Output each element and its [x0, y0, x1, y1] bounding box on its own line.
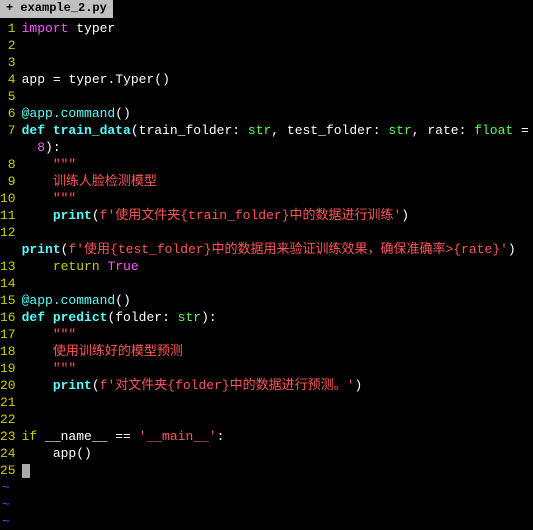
line-number: 11 — [0, 207, 16, 224]
line-number: 23 — [0, 428, 16, 445]
code-line[interactable]: import typer — [22, 20, 533, 37]
line-number: 10 — [0, 190, 16, 207]
line-number: 17 — [0, 326, 16, 343]
line-number: 3 — [0, 54, 16, 71]
code-line[interactable]: print(f'对文件夹{folder}中的数据进行预测。') — [22, 377, 533, 394]
line-number: 6 — [0, 105, 16, 122]
code-area[interactable]: import typer app = typer.Typer() @app.comm… — [22, 20, 533, 479]
line-number: 16 — [0, 309, 16, 326]
code-line[interactable] — [22, 275, 533, 292]
line-number: 7 — [0, 122, 16, 139]
line-number: 21 — [0, 394, 16, 411]
line-number: 5 — [0, 88, 16, 105]
line-number: 24 — [0, 445, 16, 462]
code-line[interactable]: print(f'使用{test_folder}中的数据用来验证训练效果，确保准确… — [22, 241, 533, 258]
code-line[interactable]: """ — [22, 326, 533, 343]
line-number — [0, 241, 16, 258]
code-line[interactable] — [22, 224, 533, 241]
code-line[interactable]: @app.command() — [22, 105, 533, 122]
code-line[interactable]: """ — [22, 190, 533, 207]
code-line[interactable]: return True — [22, 258, 533, 275]
line-number: 2 — [0, 37, 16, 54]
code-line[interactable] — [22, 411, 533, 428]
code-line[interactable]: print(f'使用文件夹{train_folder}中的数据进行训练') — [22, 207, 533, 224]
line-number: 13 — [0, 258, 16, 275]
line-number — [0, 139, 16, 156]
file-tab[interactable]: + example_2.py — [0, 0, 113, 18]
code-line[interactable]: @app.command() — [22, 292, 533, 309]
tab-bar: + example_2.py — [0, 0, 533, 18]
code-line[interactable] — [22, 462, 533, 479]
code-line[interactable] — [22, 54, 533, 71]
line-number: 9 — [0, 173, 16, 190]
code-line[interactable]: 使用训练好的模型预测 — [22, 343, 533, 360]
code-line[interactable]: 训练人脸检测模型 — [22, 173, 533, 190]
line-number: 12 — [0, 224, 16, 241]
code-line[interactable]: """ — [22, 360, 533, 377]
line-number: 4 — [0, 71, 16, 88]
code-line[interactable]: """ — [22, 156, 533, 173]
code-line[interactable] — [22, 88, 533, 105]
code-line[interactable]: app() — [22, 445, 533, 462]
line-number: 25 — [0, 462, 16, 479]
line-number: 1 — [0, 20, 16, 37]
code-line[interactable]: def train_data(train_folder: str, test_f… — [22, 122, 533, 139]
line-number: 18 — [0, 343, 16, 360]
line-number: 22 — [0, 411, 16, 428]
code-editor[interactable]: 1234567891011121314151617181920212223242… — [0, 18, 533, 479]
code-line[interactable] — [22, 37, 533, 54]
line-number-gutter: 1234567891011121314151617181920212223242… — [0, 20, 22, 479]
code-line[interactable] — [22, 394, 533, 411]
code-line[interactable]: if __name__ == '__main__': — [22, 428, 533, 445]
cursor — [22, 464, 30, 478]
line-number: 8 — [0, 156, 16, 173]
tilde-line: ~ — [2, 479, 533, 496]
line-number: 15 — [0, 292, 16, 309]
code-line[interactable]: 8): — [22, 139, 533, 156]
tilde-line: ~ — [2, 513, 533, 530]
code-line[interactable]: def predict(folder: str): — [22, 309, 533, 326]
code-line[interactable]: app = typer.Typer() — [22, 71, 533, 88]
line-number: 20 — [0, 377, 16, 394]
line-number: 14 — [0, 275, 16, 292]
line-number: 19 — [0, 360, 16, 377]
